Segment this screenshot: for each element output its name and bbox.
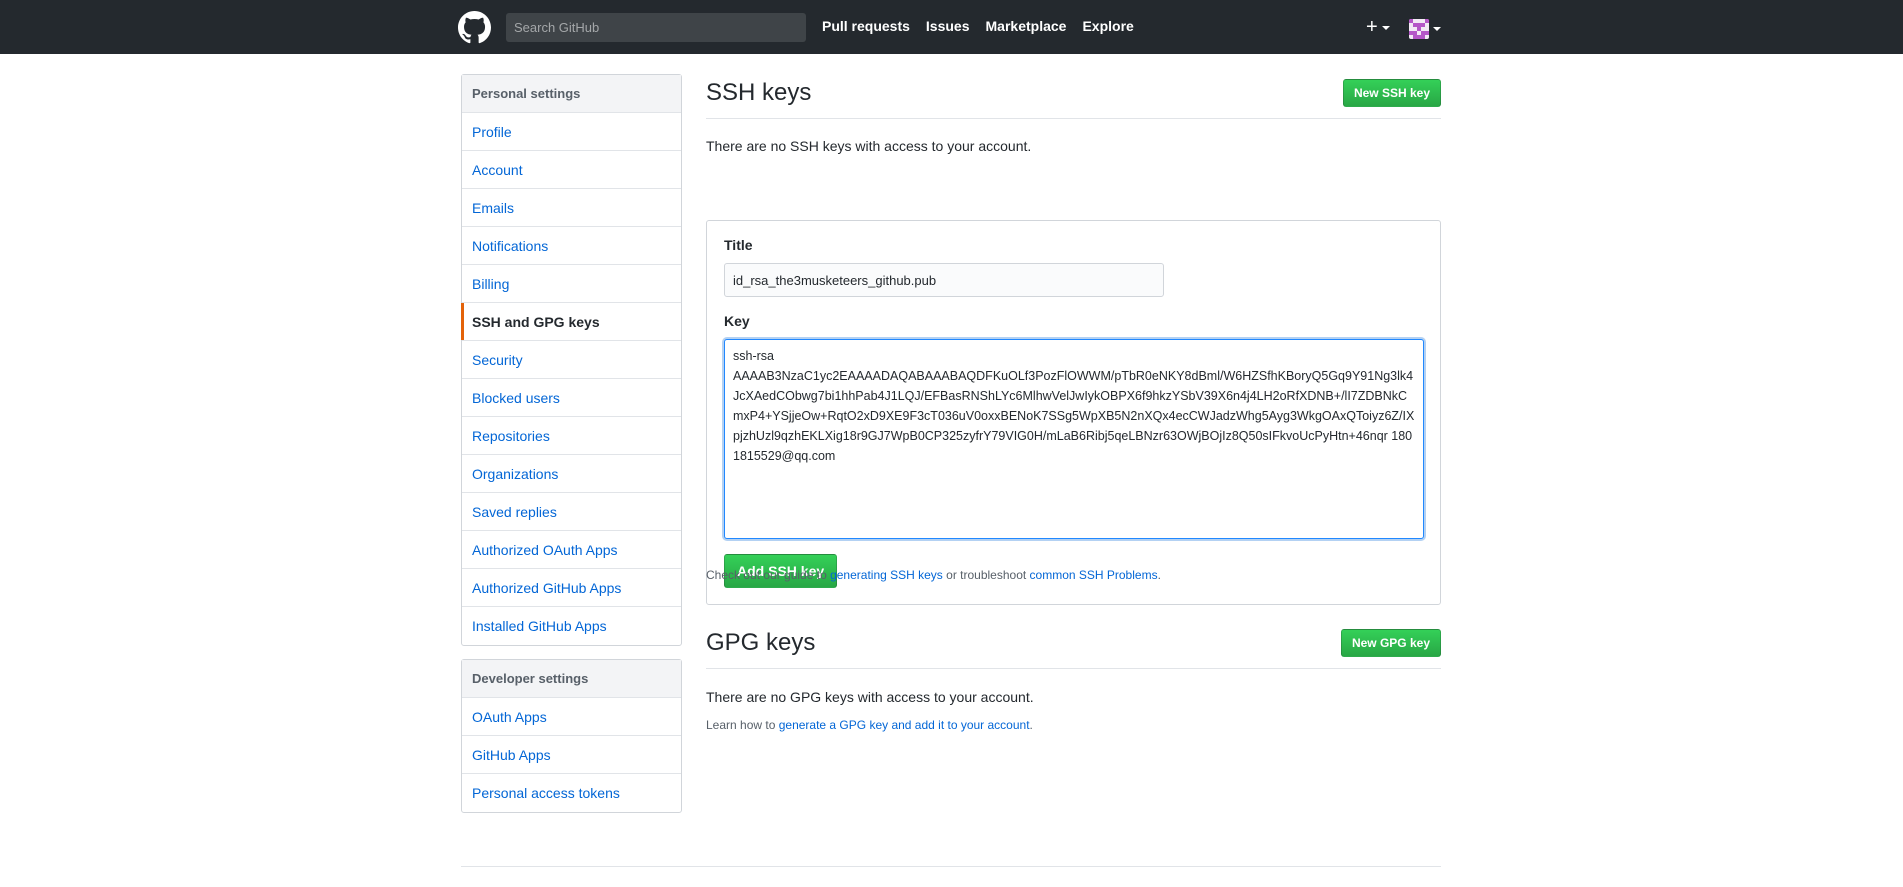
guide-middle: or troubleshoot bbox=[942, 568, 1030, 582]
user-menu-dropdown[interactable] bbox=[1409, 19, 1441, 39]
sidebar-item-installed-github-apps[interactable]: Installed GitHub Apps bbox=[462, 607, 681, 645]
plus-icon: + bbox=[1366, 16, 1378, 38]
sidebar-item-personal-access-tokens[interactable]: Personal access tokens bbox=[462, 774, 681, 812]
generate-gpg-key-link[interactable]: generate a GPG key and add it to your ac… bbox=[779, 718, 1030, 732]
personal-settings-menu: Personal settings Profile Account Emails… bbox=[461, 74, 682, 646]
sidebar-item-ssh-gpg-keys[interactable]: SSH and GPG keys bbox=[461, 303, 681, 341]
sidebar-item-organizations[interactable]: Organizations bbox=[462, 455, 681, 493]
new-gpg-key-button[interactable]: New GPG key bbox=[1340, 629, 1441, 657]
menu-heading: Developer settings bbox=[462, 660, 681, 698]
ssh-empty-message: There are no SSH keys with access to you… bbox=[706, 138, 1032, 154]
nav-issues[interactable]: Issues bbox=[926, 18, 970, 34]
sidebar-item-authorized-github-apps[interactable]: Authorized GitHub Apps bbox=[462, 569, 681, 607]
new-ssh-key-button[interactable]: New SSH key bbox=[1342, 79, 1441, 107]
key-textarea[interactable]: ssh-rsa AAAAB3NzaC1yc2EAAAADAQABAAABAQDF… bbox=[724, 339, 1424, 539]
top-header: Pull requests Issues Marketplace Explore… bbox=[0, 0, 1903, 54]
search-input[interactable] bbox=[506, 13, 806, 42]
gpg-empty-message: There are no GPG keys with access to you… bbox=[706, 689, 1034, 705]
menu-heading: Personal settings bbox=[462, 75, 681, 113]
sidebar-item-billing[interactable]: Billing bbox=[462, 265, 681, 303]
sidebar-item-security[interactable]: Security bbox=[462, 341, 681, 379]
sidebar-item-notifications[interactable]: Notifications bbox=[462, 227, 681, 265]
gpg-learn-text: Learn how to generate a GPG key and add … bbox=[706, 718, 1033, 732]
github-logo-icon[interactable] bbox=[458, 11, 491, 44]
sidebar-item-github-apps[interactable]: GitHub Apps bbox=[462, 736, 681, 774]
gpg-keys-subhead: GPG keys New GPG key bbox=[706, 604, 1441, 669]
chevron-down-icon bbox=[1433, 27, 1441, 31]
add-ssh-key-form: Title Key ssh-rsa AAAAB3NzaC1yc2EAAAADAQ… bbox=[706, 220, 1441, 605]
avatar bbox=[1409, 19, 1429, 39]
key-label: Key bbox=[724, 313, 750, 329]
common-ssh-problems-link[interactable]: common SSH Problems bbox=[1030, 568, 1158, 582]
sidebar-item-account[interactable]: Account bbox=[462, 151, 681, 189]
nav-pull-requests[interactable]: Pull requests bbox=[822, 18, 910, 34]
sidebar-item-saved-replies[interactable]: Saved replies bbox=[462, 493, 681, 531]
create-new-dropdown[interactable]: + bbox=[1366, 15, 1390, 39]
nav-marketplace[interactable]: Marketplace bbox=[986, 18, 1067, 34]
ssh-keys-subhead: SSH keys New SSH key bbox=[706, 54, 1441, 119]
learn-prefix: Learn how to bbox=[706, 718, 779, 732]
sidebar-item-oauth-apps[interactable]: OAuth Apps bbox=[462, 698, 681, 736]
guide-suffix: . bbox=[1157, 568, 1161, 582]
nav-explore[interactable]: Explore bbox=[1082, 18, 1133, 34]
generating-ssh-keys-link[interactable]: generating SSH keys bbox=[830, 568, 943, 582]
guide-prefix: Check out our guide to bbox=[706, 568, 831, 582]
title-field[interactable] bbox=[724, 263, 1164, 297]
sidebar-item-authorized-oauth-apps[interactable]: Authorized OAuth Apps bbox=[462, 531, 681, 569]
ssh-guide-text: Check out our guide to generating SSH ke… bbox=[706, 568, 1161, 582]
top-nav: Pull requests Issues Marketplace Explore bbox=[822, 18, 1134, 34]
sidebar-item-emails[interactable]: Emails bbox=[462, 189, 681, 227]
learn-suffix: . bbox=[1029, 718, 1033, 732]
developer-settings-menu: Developer settings OAuth Apps GitHub App… bbox=[461, 659, 682, 813]
chevron-down-icon bbox=[1381, 25, 1390, 30]
footer-divider bbox=[461, 866, 1441, 867]
ssh-keys-heading: SSH keys bbox=[706, 79, 812, 106]
gpg-keys-heading: GPG keys bbox=[706, 629, 816, 656]
sidebar-item-blocked-users[interactable]: Blocked users bbox=[462, 379, 681, 417]
sidebar-item-profile[interactable]: Profile bbox=[462, 113, 681, 151]
sidebar-item-repositories[interactable]: Repositories bbox=[462, 417, 681, 455]
title-label: Title bbox=[724, 237, 753, 253]
